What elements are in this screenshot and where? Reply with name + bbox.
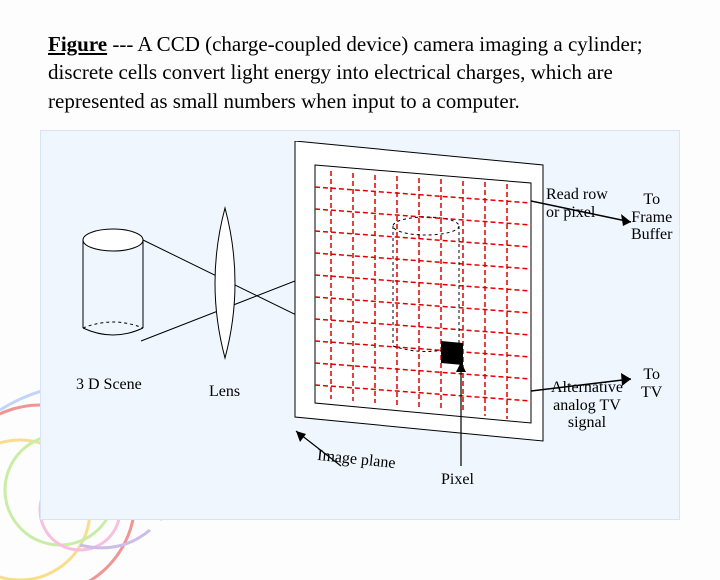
to-tv-label: To TV xyxy=(641,366,662,401)
figure-label: Figure xyxy=(48,32,107,56)
alt-tv-label: Alternative analog TV signal xyxy=(551,379,623,432)
diagram-panel: 3 D Scene Lens Image plane Pixel Read ro… xyxy=(40,130,680,520)
figure-caption: Figure --- A CCD (charge‑coupled device)… xyxy=(48,30,690,115)
scene-cylinder-icon xyxy=(76,226,151,346)
lens-icon xyxy=(201,206,249,361)
scene-label: 3 D Scene xyxy=(76,376,142,394)
read-row-label: Read row or pixel xyxy=(546,186,608,221)
pixel-arrow xyxy=(421,356,481,476)
figure-text: --- A CCD (charge‑coupled device) camera… xyxy=(48,32,643,113)
to-frame-label: To Frame Buffer xyxy=(631,191,672,244)
pixel-label: Pixel xyxy=(441,471,474,489)
lens-label: Lens xyxy=(209,383,240,401)
